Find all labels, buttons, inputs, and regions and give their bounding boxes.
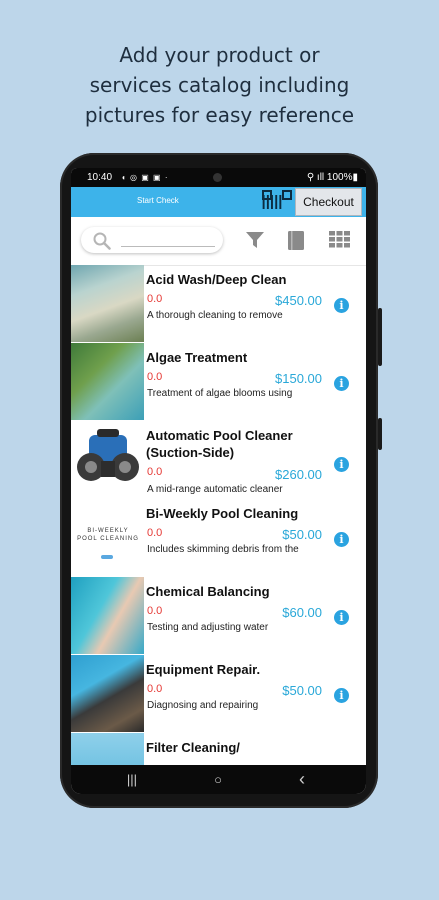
catalog-book-icon[interactable] [287, 230, 305, 251]
recents-button[interactable]: ||| [117, 765, 147, 794]
list-item[interactable]: Chemical Balancing 0.0 $60.00 Testing an… [71, 577, 366, 655]
promo-headline: Add your product or services catalog inc… [0, 40, 439, 130]
item-description: Treatment of algae blooms using [147, 388, 293, 399]
list-item[interactable]: Acid Wash/Deep Clean 0.0 $450.00 A thoro… [71, 265, 366, 343]
item-price: $260.00 [275, 467, 322, 482]
status-bar: 10:40 ◖ ◎ ▣ ▣ · ⚲ ıll 100%▮ [71, 168, 366, 187]
search-input[interactable] [81, 227, 223, 253]
list-item[interactable]: Equipment Repair. 0.0 $50.00 Diagnosing … [71, 655, 366, 733]
signal-battery-indicator: ⚲ ıll 100%▮ [306, 172, 358, 183]
item-price: $450.00 [275, 293, 322, 308]
status-time: 10:40 [87, 172, 113, 183]
app-bar: Start Check ||||| Checkout [71, 187, 366, 217]
volume-button [378, 308, 382, 366]
item-quantity: 0.0 [147, 527, 163, 539]
headline-line-1: Add your product or [119, 43, 320, 67]
item-title: Chemical Balancing [146, 584, 270, 599]
start-check-label[interactable]: Start Check [137, 196, 179, 205]
item-title: Automatic Pool Cleaner (Suction-Side) [146, 428, 293, 460]
thumbnail-logo [101, 555, 113, 559]
barcode-glyph: ||||| [261, 193, 283, 210]
chemical-balancing-thumbnail [71, 577, 144, 654]
item-price: $150.00 [275, 371, 322, 386]
list-item[interactable]: Algae Treatment 0.0 $150.00 Treatment of… [71, 343, 366, 421]
equipment-repair-thumbnail [71, 655, 144, 732]
item-quantity: 0.0 [147, 605, 163, 617]
info-icon[interactable]: i [334, 457, 349, 472]
item-description: Includes skimming debris from the [147, 544, 299, 555]
catalog-list: Acid Wash/Deep Clean 0.0 $450.00 A thoro… [71, 265, 366, 765]
item-title: Equipment Repair. [146, 662, 261, 677]
item-description: A thorough cleaning to remove [147, 310, 283, 321]
grid-view-icon[interactable] [329, 230, 350, 248]
info-icon[interactable]: i [334, 532, 349, 547]
phone-screen: 10:40 ◖ ◎ ▣ ▣ · ⚲ ıll 100%▮ Start Check … [71, 168, 366, 794]
item-title: Filter Cleaning/ [146, 740, 240, 755]
item-quantity: 0.0 [147, 371, 163, 383]
notification-icons: ◖ ◎ ▣ ▣ · [121, 173, 169, 182]
back-button[interactable]: ‹ [287, 765, 317, 794]
info-icon[interactable]: i [334, 298, 349, 313]
list-item[interactable]: Filter Cleaning/ [71, 733, 366, 765]
filter-cleaning-thumbnail [71, 733, 144, 765]
item-quantity: 0.0 [147, 293, 163, 305]
bi-weekly-cleaning-thumbnail: BI-WEEKLY POOL CLEANING [71, 499, 144, 576]
thumbnail-caption: BI-WEEKLY POOL CLEANING [77, 528, 139, 542]
item-description: A mid-range automatic cleaner [147, 484, 283, 495]
search-toolbar [71, 217, 366, 266]
filter-icon[interactable] [245, 230, 265, 250]
item-description: Diagnosing and repairing [147, 700, 259, 711]
barcode-scan-icon[interactable]: ||||| [254, 190, 293, 214]
headline-line-3: pictures for easy reference [84, 103, 355, 127]
item-quantity: 0.0 [147, 683, 163, 695]
algae-treatment-thumbnail [71, 343, 144, 420]
front-camera [213, 173, 222, 182]
list-item[interactable]: Automatic Pool Cleaner (Suction-Side) 0.… [71, 421, 366, 499]
search-icon [93, 232, 111, 250]
item-description: Testing and adjusting water [147, 622, 269, 633]
item-price: $50.00 [282, 527, 322, 542]
item-quantity: 0.0 [147, 466, 163, 478]
search-underline [121, 246, 215, 247]
headline-line-2: services catalog including [89, 73, 350, 97]
acid-wash-thumbnail [71, 265, 144, 342]
info-icon[interactable]: i [334, 610, 349, 625]
info-icon[interactable]: i [334, 376, 349, 391]
home-button[interactable]: ○ [203, 765, 233, 794]
pool-cleaner-thumbnail [71, 421, 144, 498]
power-button [378, 418, 382, 450]
item-price: $60.00 [282, 605, 322, 620]
item-title: Acid Wash/Deep Clean [146, 272, 287, 287]
info-icon[interactable]: i [334, 688, 349, 703]
system-navigation-bar: ||| ○ ‹ [71, 765, 366, 794]
checkout-button[interactable]: Checkout [295, 188, 362, 216]
list-item[interactable]: BI-WEEKLY POOL CLEANING Bi-Weekly Pool C… [71, 499, 366, 577]
item-title: Algae Treatment [146, 350, 248, 365]
item-title: Bi-Weekly Pool Cleaning [146, 506, 299, 521]
item-price: $50.00 [282, 683, 322, 698]
